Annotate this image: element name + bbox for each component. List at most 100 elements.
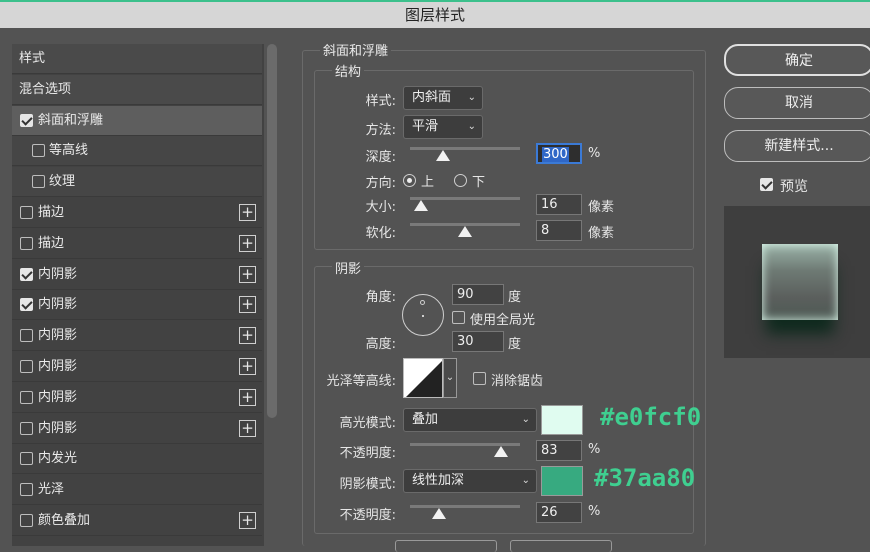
style-list-item-label: 颜色叠加 (38, 513, 91, 528)
style-list-item[interactable]: 颜色叠加 + (12, 506, 262, 536)
antialias-checkbox[interactable] (473, 372, 486, 385)
style-list-checkbox[interactable] (32, 175, 45, 189)
depth-unit: % (588, 146, 601, 161)
style-list-checkbox[interactable] (20, 452, 33, 466)
angle-dial[interactable] (402, 294, 444, 336)
add-effect-icon[interactable]: + (239, 358, 256, 375)
style-list-item-label: 内阴影 (38, 266, 78, 282)
add-effect-icon[interactable]: + (239, 388, 256, 406)
direction-label: 方向: (365, 176, 396, 191)
style-list-item[interactable]: 内阴影 + (12, 414, 262, 444)
add-effect-icon[interactable]: + (239, 512, 256, 529)
highlight-mode-label: 高光模式: (339, 416, 396, 431)
style-list-checkbox[interactable] (32, 144, 45, 158)
style-list-checkbox[interactable] (20, 329, 33, 343)
style-list-checkbox[interactable] (20, 298, 33, 312)
depth-slider[interactable] (410, 147, 520, 150)
style-list-item-label: 描边 (38, 205, 65, 220)
add-effect-icon[interactable]: + (239, 234, 256, 252)
highlight-opacity-slider-thumb[interactable] (494, 446, 509, 457)
preview-thumbnail (762, 244, 838, 320)
style-list-checkbox[interactable] (20, 514, 33, 527)
direction-down-radio[interactable] (454, 174, 467, 187)
style-list-item[interactable]: 内阴影 + (12, 352, 262, 382)
style-list-item[interactable]: 样式 (12, 44, 262, 74)
style-list-checkbox[interactable] (20, 390, 33, 404)
angle-input[interactable]: 90 (452, 284, 504, 305)
style-list-item[interactable]: 内阴影 + (12, 321, 262, 352)
style-list-item[interactable]: 纹理 (12, 167, 262, 198)
shadow-opacity-slider-thumb[interactable] (431, 508, 446, 519)
style-list-item-label: 描边 (38, 235, 65, 251)
technique-select[interactable]: 平滑 ⌄ (403, 115, 483, 139)
add-effect-icon[interactable]: + (239, 204, 256, 221)
depth-slider-thumb[interactable] (436, 150, 450, 161)
style-list-item[interactable]: 等高线 (12, 136, 262, 167)
add-effect-icon[interactable]: + (239, 419, 256, 437)
style-list-item-label: 内阴影 (38, 389, 78, 405)
size-input[interactable]: 16 (536, 194, 582, 215)
reset-button-partial[interactable] (510, 540, 612, 552)
style-list-checkbox[interactable] (20, 267, 33, 281)
add-effect-icon[interactable]: + (239, 296, 256, 314)
style-list-item[interactable]: 内阴影 + (12, 383, 262, 413)
gloss-contour-label: 光泽等高线: (326, 374, 396, 389)
default-button-partial[interactable] (395, 540, 497, 552)
highlight-opacity-label: 不透明度: (339, 446, 396, 461)
style-list-item[interactable]: 斜面和浮雕 (12, 105, 262, 136)
depth-input-value: 300 (542, 147, 569, 162)
highlight-color-swatch[interactable] (541, 405, 583, 435)
size-unit: 像素 (588, 200, 615, 215)
shadow-opacity-input[interactable]: 26 (536, 502, 582, 523)
style-list-checkbox[interactable] (20, 483, 33, 497)
style-list-item-label: 等高线 (49, 143, 89, 159)
shadow-mode-label: 阴影模式: (339, 477, 396, 492)
depth-input[interactable]: 300 (536, 143, 582, 164)
shadow-opacity-slider[interactable] (410, 505, 520, 508)
style-label: 样式: (365, 94, 396, 109)
style-list-item[interactable]: 内阴影 + (12, 260, 262, 290)
shadow-mode-select[interactable]: 线性加深 ⌄ (403, 469, 537, 493)
style-list-item[interactable]: 内阴影 + (12, 290, 262, 321)
soften-slider-thumb[interactable] (458, 226, 472, 237)
gloss-contour-picker[interactable] (403, 358, 443, 398)
size-slider-thumb[interactable] (414, 200, 428, 211)
angle-dial-center (422, 315, 424, 317)
style-list-scrollbar[interactable] (267, 44, 277, 418)
style-list-checkbox[interactable] (20, 360, 33, 373)
style-list-item[interactable]: 内发光 (12, 444, 262, 475)
structure-title: 结构 (332, 61, 365, 80)
angle-unit: 度 (508, 290, 522, 305)
preview-label: 预览 (780, 179, 808, 195)
shadow-color-swatch[interactable] (541, 466, 583, 496)
direction-up-radio[interactable] (403, 174, 416, 187)
style-select[interactable]: 内斜面 ⌄ (403, 86, 483, 110)
ok-button[interactable]: 确定 (724, 44, 870, 76)
add-effect-icon[interactable]: + (239, 327, 256, 345)
style-list-item-label: 样式 (19, 51, 46, 66)
global-light-checkbox[interactable] (452, 311, 465, 324)
new-style-button[interactable]: 新建样式... (724, 130, 870, 162)
style-list-item[interactable]: 描边 + (12, 229, 262, 259)
style-list-item[interactable]: 描边 + (12, 198, 262, 228)
highlight-opacity-input[interactable]: 83 (536, 440, 582, 461)
technique-label: 方法: (365, 123, 396, 138)
soften-unit: 像素 (588, 226, 615, 241)
preview-checkbox[interactable] (760, 178, 773, 191)
style-list-checkbox[interactable] (20, 206, 33, 219)
style-list-checkbox[interactable] (20, 236, 33, 250)
cancel-button[interactable]: 取消 (724, 87, 870, 119)
style-list-item[interactable]: 混合选项 (12, 74, 262, 105)
highlight-mode-select[interactable]: 叠加 ⌄ (403, 408, 537, 432)
altitude-input[interactable]: 30 (452, 331, 504, 352)
style-list-item-label: 内发光 (38, 451, 78, 467)
window-title: 图层样式 (0, 0, 870, 28)
style-list-checkbox[interactable] (20, 421, 33, 435)
style-list-checkbox[interactable] (20, 113, 33, 127)
soften-input[interactable]: 8 (536, 220, 582, 241)
gloss-contour-dropdown[interactable]: ⌄ (443, 358, 457, 398)
style-list-item-label: 内阴影 (38, 297, 78, 313)
shading-title: 阴影 (332, 258, 365, 277)
add-effect-icon[interactable]: + (239, 265, 256, 283)
style-list-item[interactable]: 光泽 (12, 475, 262, 506)
